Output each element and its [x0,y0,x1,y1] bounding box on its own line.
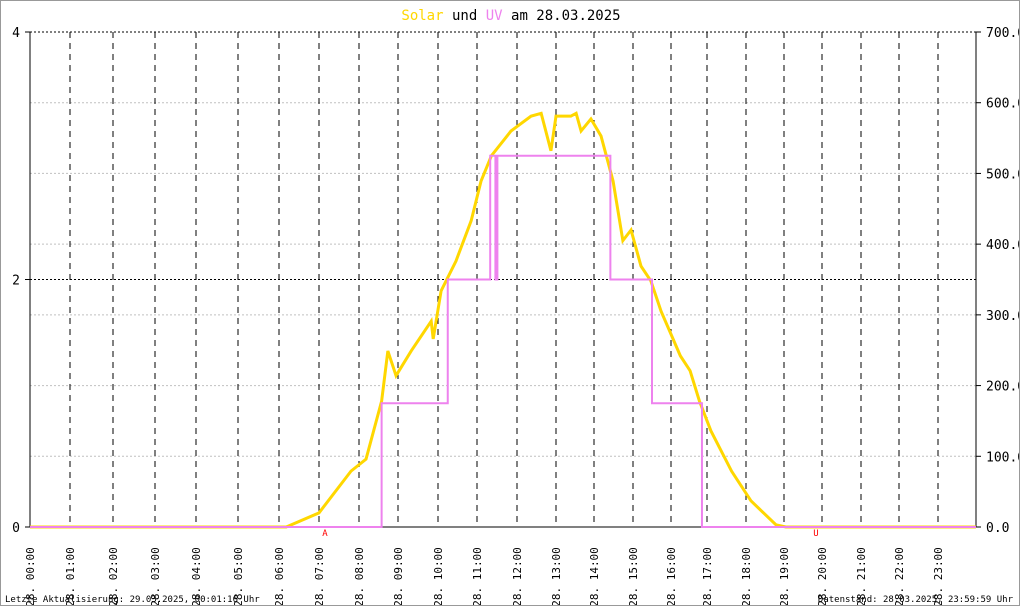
right-axis-tick-label: 700.0 [986,26,1019,41]
marker-U: U [813,529,818,539]
x-tick-label: 28. 17:00 [701,547,714,605]
x-tick-label: 28. 19:00 [778,547,791,605]
x-tick-label: 28. 07:00 [313,547,326,605]
chart-container: Solar und UV am 28.03.2025 0.0 100.0 200.0… [0,0,1020,606]
right-axis-tick-label: 200.0 [986,380,1019,395]
right-axis-tick-label: 500.0 [986,167,1019,182]
x-tick-label: 28. 14:00 [588,547,601,605]
left-axis-tick-label: 4 [12,26,20,41]
x-tick-label: 28. 06:00 [273,547,286,605]
solar-series-line [30,111,976,529]
title-uv: UV [486,8,503,24]
x-tick-label: 28. 15:00 [627,547,640,605]
title-date: am 28.03.2025 [511,8,621,24]
x-tick-label: 28. 09:00 [392,547,405,605]
chart-title: Solar und UV am 28.03.2025 [401,8,620,24]
left-axis-tick-label: 0 [12,521,20,536]
x-tick-label: 28. 10:00 [432,547,445,605]
x-tick-label: 28. 16:00 [665,547,678,605]
footer-data-status: Datenstand: 28.03.2025, 23:59:59 Uhr [818,595,1014,605]
right-axis-tick-label: 400.0 [986,238,1019,253]
x-tick-label: 28. 18:00 [740,547,753,605]
left-axis-tick-label: 2 [12,274,20,289]
title-und: und [452,8,477,24]
x-tick-label: 28. 08:00 [353,547,366,605]
marker-A: A [322,529,328,539]
x-tick-label: 28. 13:00 [550,547,563,605]
right-axis-tick-label: 300.0 [986,309,1019,324]
footer-last-update: Letzte Aktualisierung: 29.03.2025, 00:01… [5,595,260,605]
x-tick-label: 28. 11:00 [471,547,484,605]
x-tick-label: 28. 12:00 [511,547,524,605]
title-solar: Solar [401,8,443,24]
solar-uv-chart: Solar und UV am 28.03.2025 0.0 100.0 200.0… [5,8,1019,605]
right-axis-tick-label: 600.0 [986,97,1019,112]
right-axis-tick-label: 0.0 [986,521,1009,536]
right-axis-tick-label: 100.0 [986,450,1019,465]
uv-series-line [30,154,976,528]
